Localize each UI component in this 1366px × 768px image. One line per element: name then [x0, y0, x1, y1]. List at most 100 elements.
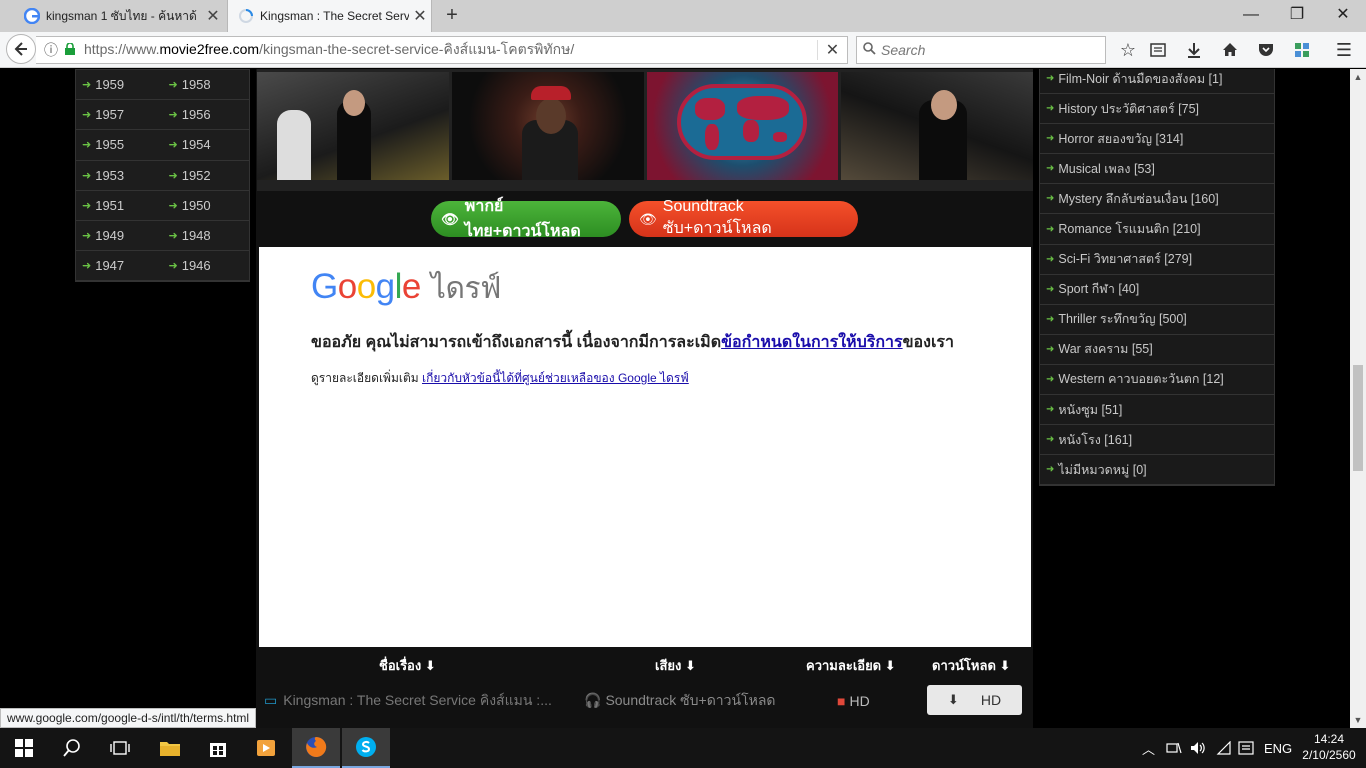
file-explorer-icon[interactable] [146, 728, 194, 768]
tab-close-icon[interactable]: ✕ [409, 6, 431, 26]
bookmark-star-icon[interactable]: ☆ [1114, 36, 1142, 64]
header-label: เสียง [655, 657, 682, 673]
table-row: ▭ Kingsman : The Secret Service คิงส์แมน … [259, 685, 1031, 717]
scroll-down-icon[interactable]: ▼ [1350, 712, 1366, 728]
year-link[interactable]: ➜ 1954 [163, 137, 250, 152]
genre-item-horror[interactable]: ➜ Horror สยองขวัญ [314] [1040, 124, 1274, 155]
firefox-icon[interactable] [292, 728, 340, 768]
circle-down-icon: ⬇ [999, 657, 1011, 673]
stop-icon[interactable]: ✕ [817, 40, 847, 60]
genre-item-uncategorized[interactable]: ➜ ไม่มีหมวดหมู่ [0] [1040, 455, 1274, 486]
minimize-button[interactable]: — [1228, 0, 1274, 30]
wifi-icon[interactable] [1216, 728, 1232, 768]
media-player-icon[interactable] [242, 728, 290, 768]
year-link[interactable]: ➜ 1948 [163, 228, 250, 243]
movie-still-image[interactable] [257, 72, 449, 180]
back-button[interactable] [6, 34, 36, 64]
soundtrack-download-button[interactable]: 👁 Soundtrack ซับ+ดาวน์โหลด [629, 198, 858, 237]
genre-item-sport[interactable]: ➜ Sport กีฬา [40] [1040, 275, 1274, 305]
home-icon[interactable] [1216, 36, 1244, 64]
task-view-icon[interactable] [96, 728, 144, 768]
genre-item-romance[interactable]: ➜ Romance โรแมนติก [210] [1040, 214, 1274, 245]
tab-kingsman[interactable]: Kingsman : The Secret Servic ✕ [227, 0, 432, 32]
action-center-icon[interactable] [1238, 728, 1254, 768]
download-button-label: HD [980, 692, 1002, 708]
search-input[interactable]: Search [856, 36, 1106, 64]
tab-google-search[interactable]: kingsman 1 ซับไทย - ค้นหาด้ ✕ [14, 0, 224, 32]
arrow-right-icon: ➜ [1046, 223, 1055, 235]
menu-hamburger-icon[interactable]: ☰ [1330, 36, 1358, 64]
genre-label: Horror สยองขวัญ [314] [1058, 131, 1184, 146]
vertical-scrollbar[interactable]: ▲ ▼ [1350, 69, 1366, 728]
extension-icon[interactable] [1288, 36, 1316, 64]
start-button[interactable] [0, 728, 48, 768]
genre-label: Musical เพลง [53] [1058, 161, 1155, 176]
genre-item-film-noir[interactable]: ➜ Film-Noir ด้านมืดของสังคม [1] [1040, 69, 1274, 95]
help-center-link[interactable]: เกี่ยวกับหัวข้อนี้ได้ที่ศูนย์ช่วยเหลือขอ… [422, 371, 689, 385]
year-link[interactable]: ➜ 1946 [163, 258, 250, 273]
info-icon[interactable]: ⓘ [40, 40, 62, 60]
lock-icon[interactable] [62, 42, 78, 58]
year-link[interactable]: ➜ 1949 [76, 228, 163, 243]
face-shape [343, 90, 365, 116]
genre-list: ➜ Film-Noir ด้านมืดของสังคม [1] ➜ History … [1039, 69, 1275, 487]
loading-spinner-icon [238, 8, 254, 24]
url-domain: movie2free.com [159, 41, 260, 57]
year-link[interactable]: ➜ 1952 [163, 168, 250, 183]
scroll-up-icon[interactable]: ▲ [1350, 69, 1366, 85]
volume-icon[interactable] [1190, 728, 1206, 768]
thai-dub-download-button[interactable]: 👁 พากย์ไทย+ดาวน์โหลด [431, 198, 621, 240]
restore-button[interactable]: ❐ [1274, 0, 1320, 30]
new-tab-button[interactable]: + [440, 4, 464, 28]
scrollbar-thumb[interactable] [1353, 365, 1363, 471]
genre-item-war[interactable]: ➜ War สงคราม [55] [1040, 335, 1274, 365]
search-icon[interactable] [48, 728, 96, 768]
terms-of-service-link[interactable]: ข้อกำหนดในการให้บริการ [721, 334, 902, 351]
genre-item-history[interactable]: ➜ History ประวัติศาสตร์ [75] [1040, 94, 1274, 125]
window-close-button[interactable]: ✕ [1320, 0, 1366, 30]
network-status-icon[interactable] [1166, 728, 1182, 768]
system-clock[interactable]: 14:24 2/10/2560 [1296, 731, 1362, 763]
genre-item-western[interactable]: ➜ Western คาวบอยตะวันตก [12] [1040, 365, 1274, 396]
arrow-right-icon: ➜ [82, 79, 92, 92]
year-label: 1950 [181, 197, 211, 213]
year-link[interactable]: ➜ 1950 [163, 198, 250, 213]
skype-icon[interactable] [342, 728, 390, 768]
genre-item-musical[interactable]: ➜ Musical เพลง [53] [1040, 154, 1274, 185]
main-content: 👁 พากย์ไทย+ดาวน์โหลด 👁 Soundtrack ซับ+ดา… [256, 69, 1033, 728]
movie-still-image[interactable] [646, 72, 839, 180]
input-language-indicator[interactable]: ENG [1264, 728, 1292, 768]
genre-item-zoom[interactable]: ➜ หนังซูม [51] [1040, 395, 1274, 426]
downloads-icon[interactable] [1180, 36, 1208, 64]
year-link[interactable]: ➜ 1956 [163, 107, 250, 122]
reading-list-icon[interactable] [1144, 36, 1172, 64]
row-title[interactable]: ▭ Kingsman : The Secret Service คิงส์แมน … [264, 690, 552, 712]
genre-item-mystery[interactable]: ➜ Mystery ลึกลับซ่อนเงื่อน [160] [1040, 184, 1274, 215]
year-link[interactable]: ➜ 1958 [163, 77, 250, 92]
logo-letter: o [356, 267, 376, 306]
year-link[interactable]: ➜ 1957 [76, 107, 163, 122]
movie-still-image[interactable] [451, 72, 644, 180]
genre-label: Sci-Fi วิทยาศาสตร์ [279] [1058, 252, 1193, 267]
tray-chevron-icon[interactable]: ︿ [1142, 728, 1155, 768]
year-label: 1948 [181, 228, 211, 244]
eye-icon: 👁 [441, 210, 459, 227]
genre-item-thriller[interactable]: ➜ Thriller ระทึกขวัญ [500] [1040, 305, 1274, 335]
url-bar[interactable]: ⓘ https://www.movie2free.com/kingsman-th… [36, 36, 848, 64]
download-hd-button[interactable]: ⬇ HD [927, 685, 1022, 715]
store-icon[interactable] [194, 728, 242, 768]
genre-item-sci-fi[interactable]: ➜ Sci-Fi วิทยาศาสตร์ [279] [1040, 245, 1274, 275]
genre-item-theater[interactable]: ➜ หนังโรง [161] [1040, 425, 1274, 456]
year-link[interactable]: ➜ 1955 [76, 137, 163, 152]
tab-close-icon[interactable]: ✕ [202, 6, 224, 26]
arrow-right-icon: ➜ [1046, 373, 1055, 385]
url-text[interactable]: https://www.movie2free.com/kingsman-the-… [78, 39, 817, 61]
header-resolution: ความละเอียด ⬇ [806, 655, 896, 676]
year-link[interactable]: ➜ 1953 [76, 168, 163, 183]
logo-letter: e [401, 267, 421, 306]
movie-still-image[interactable] [841, 72, 1033, 180]
year-link[interactable]: ➜ 1959 [76, 77, 163, 92]
year-link[interactable]: ➜ 1951 [76, 198, 163, 213]
year-link[interactable]: ➜ 1947 [76, 258, 163, 273]
pocket-icon[interactable] [1252, 36, 1280, 64]
